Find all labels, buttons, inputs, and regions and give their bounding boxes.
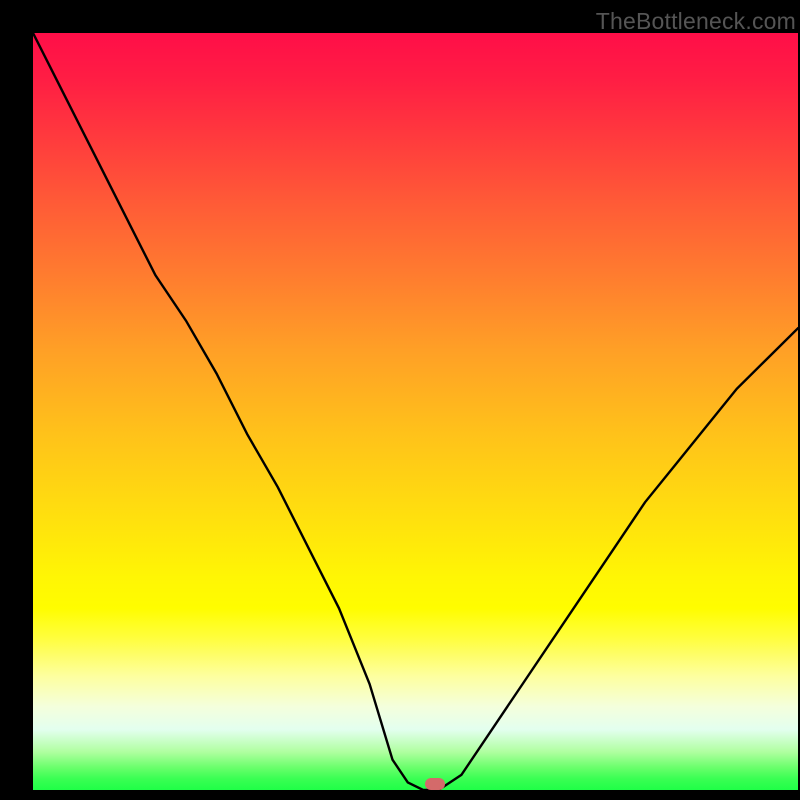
- chart-frame: TheBottleneck.com: [0, 0, 800, 800]
- bottleneck-curve: [33, 33, 798, 790]
- optimal-point-marker: [425, 778, 445, 790]
- curve-layer: [33, 33, 798, 790]
- watermark-text: TheBottleneck.com: [596, 8, 796, 35]
- plot-area: [33, 33, 798, 790]
